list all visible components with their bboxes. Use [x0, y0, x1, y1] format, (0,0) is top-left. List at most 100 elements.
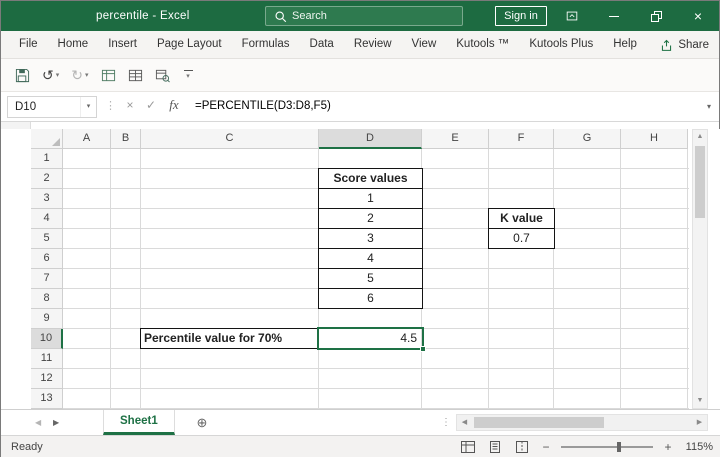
- share-label: Share: [678, 39, 709, 51]
- ribbon-display-options-button[interactable]: [551, 1, 593, 31]
- formula-input[interactable]: =PERCENTILE(D3:D8,F5): [195, 92, 331, 121]
- scroll-right-button[interactable]: ▶: [692, 415, 707, 430]
- page-break-preview-button[interactable]: [513, 439, 531, 455]
- tab-scrollbar-splitter[interactable]: ⋮: [441, 410, 451, 436]
- row-header-4[interactable]: 4: [31, 209, 63, 229]
- cell-F4[interactable]: K value: [488, 208, 555, 229]
- redo-button[interactable]: ↻ ▾: [67, 65, 92, 85]
- ribbon-tab-help[interactable]: Help: [603, 31, 647, 58]
- previous-sheet-button[interactable]: ◀: [35, 410, 41, 436]
- vertical-scrollbar[interactable]: ▲ ▼: [692, 129, 708, 409]
- select-all-button[interactable]: [31, 129, 63, 149]
- cell-D4[interactable]: 2: [318, 208, 423, 229]
- column-header-B[interactable]: B: [111, 129, 141, 149]
- vertical-scrollbar-thumb[interactable]: [695, 146, 705, 218]
- ribbon-tab-kutools-plus[interactable]: Kutools Plus: [519, 31, 603, 58]
- fill-handle[interactable]: [420, 346, 426, 352]
- cell-D3[interactable]: 1: [318, 188, 423, 209]
- cell-C10[interactable]: Percentile value for 70%: [140, 328, 319, 349]
- ribbon-tab-page-layout[interactable]: Page Layout: [147, 31, 232, 58]
- row-header-3[interactable]: 3: [31, 189, 63, 209]
- undo-dropdown-icon[interactable]: ▾: [56, 71, 60, 79]
- ribbon-tab-data[interactable]: Data: [300, 31, 344, 58]
- cancel-entry-button[interactable]: ×: [121, 98, 139, 112]
- scroll-left-button[interactable]: ◀: [457, 415, 472, 430]
- search-box[interactable]: Search: [265, 6, 463, 26]
- row-header-9[interactable]: 9: [31, 309, 63, 329]
- row-header-13[interactable]: 13: [31, 389, 63, 409]
- zoom-slider-thumb[interactable]: [617, 442, 621, 452]
- ribbon-tab-home[interactable]: Home: [48, 31, 99, 58]
- row-header-2[interactable]: 2: [31, 169, 63, 189]
- undo-button[interactable]: ↺ ▾: [38, 65, 63, 85]
- new-sheet-button[interactable]: ⊕: [193, 414, 211, 432]
- cell-D7[interactable]: 5: [318, 268, 423, 289]
- restore-icon: [650, 10, 662, 22]
- cell-D8[interactable]: 6: [318, 288, 423, 309]
- ribbon-tab-kutools[interactable]: Kutools ™: [446, 31, 519, 58]
- undo-icon: ↺: [42, 67, 54, 83]
- status-bar: Ready − + 115%: [1, 435, 720, 457]
- sheet-tab-sheet1[interactable]: Sheet1: [103, 410, 175, 435]
- ribbon-tab-insert[interactable]: Insert: [98, 31, 147, 58]
- row-header-1[interactable]: 1: [31, 149, 63, 169]
- cell-D2[interactable]: Score values: [318, 168, 423, 189]
- zoom-level[interactable]: 115%: [683, 441, 713, 453]
- name-box-splitter[interactable]: ⋮: [105, 99, 116, 112]
- column-header-E[interactable]: E: [422, 129, 489, 149]
- column-header-F[interactable]: F: [489, 129, 554, 149]
- zoom-out-button[interactable]: −: [540, 440, 552, 454]
- sign-in-button[interactable]: Sign in: [495, 6, 547, 26]
- column-header-D[interactable]: D: [319, 129, 422, 149]
- scroll-down-button[interactable]: ▼: [693, 394, 707, 408]
- ribbon-tab-formulas[interactable]: Formulas: [232, 31, 300, 58]
- ribbon-tab-review[interactable]: Review: [344, 31, 402, 58]
- search-icon: [275, 11, 287, 23]
- row-header-7[interactable]: 7: [31, 269, 63, 289]
- customize-qat-button[interactable]: ▾: [183, 70, 193, 80]
- cell-D6[interactable]: 4: [318, 248, 423, 269]
- name-box-dropdown-icon[interactable]: ▾: [80, 97, 96, 117]
- next-sheet-button[interactable]: ▶: [53, 410, 59, 436]
- confirm-entry-button[interactable]: ✓: [142, 98, 160, 112]
- search-placeholder: Search: [292, 10, 327, 22]
- row-header-6[interactable]: 6: [31, 249, 63, 269]
- row-header-8[interactable]: 8: [31, 289, 63, 309]
- ribbon-tab-view[interactable]: View: [402, 31, 447, 58]
- cell-D10-selected[interactable]: 4.5: [317, 327, 426, 352]
- ribbon-tab-bar: File Home Insert Page Layout Formulas Data Rev…: [1, 31, 719, 59]
- scroll-up-button[interactable]: ▲: [693, 130, 707, 144]
- column-header-A[interactable]: A: [63, 129, 111, 149]
- column-header-H[interactable]: H: [621, 129, 688, 149]
- redo-dropdown-icon[interactable]: ▾: [85, 71, 89, 79]
- row-header-11[interactable]: 11: [31, 349, 63, 369]
- expand-formula-bar-icon[interactable]: ▾: [707, 92, 711, 121]
- qat-table-tool-button-1[interactable]: [97, 65, 120, 86]
- zoom-slider[interactable]: [561, 441, 653, 453]
- row-header-12[interactable]: 12: [31, 369, 63, 389]
- row-header-10[interactable]: 10: [31, 329, 63, 349]
- insert-function-button[interactable]: fx: [164, 97, 184, 113]
- column-header-G[interactable]: G: [554, 129, 621, 149]
- zoom-in-button[interactable]: +: [662, 440, 674, 454]
- horizontal-scrollbar[interactable]: ◀ ▶: [456, 414, 708, 431]
- name-box[interactable]: D10 ▾: [7, 96, 97, 118]
- page-layout-view-button[interactable]: [486, 439, 504, 455]
- ribbon-tab-file[interactable]: File: [9, 31, 48, 58]
- qat-table-tool-button-3[interactable]: [151, 65, 174, 86]
- horizontal-scrollbar-thumb[interactable]: [474, 417, 604, 428]
- cell-F5[interactable]: 0.7: [488, 228, 555, 249]
- column-header-C[interactable]: C: [141, 129, 319, 149]
- cell-D5[interactable]: 3: [318, 228, 423, 249]
- cells-layer: Score values 123456 K value 0.7 Percenti…: [63, 149, 689, 409]
- quick-access-toolbar: ↺ ▾ ↻ ▾ ▾: [1, 59, 719, 92]
- restore-button[interactable]: [635, 1, 677, 31]
- close-button[interactable]: ×: [677, 1, 719, 31]
- minimize-button[interactable]: [593, 1, 635, 31]
- normal-view-button[interactable]: [459, 439, 477, 455]
- row-header-5[interactable]: 5: [31, 229, 63, 249]
- qat-table-tool-button-2[interactable]: [124, 65, 147, 86]
- save-button[interactable]: [11, 65, 34, 86]
- ribbon-tabs: File Home Insert Page Layout Formulas Data Rev…: [9, 31, 647, 58]
- share-button[interactable]: Share: [660, 31, 709, 59]
